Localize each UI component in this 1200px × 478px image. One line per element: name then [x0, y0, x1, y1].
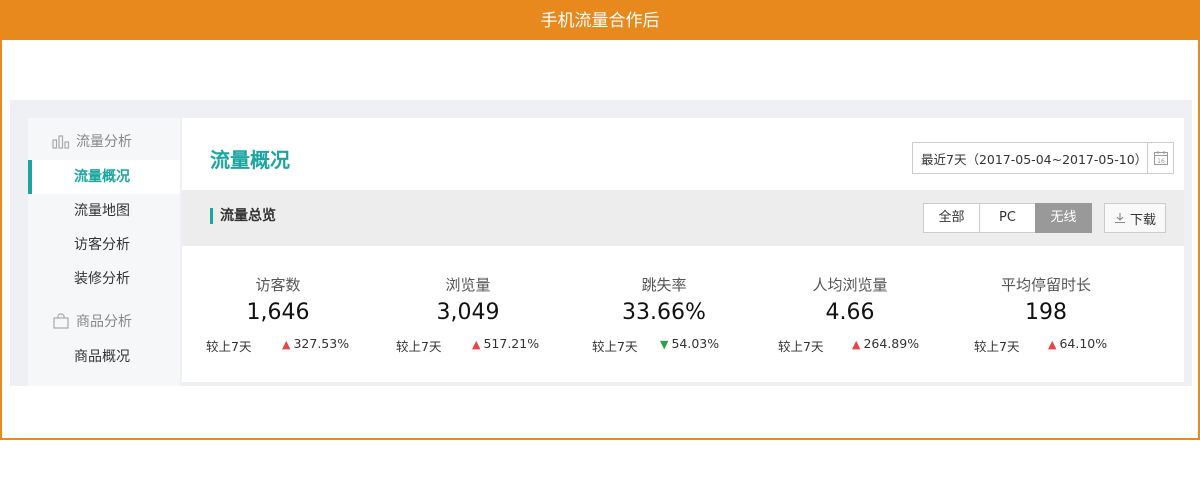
segment-pc[interactable]: PC: [979, 203, 1036, 233]
metric-avg-duration: 平均停留时长 198 较上7天 ▲ 64.10%: [956, 246, 1136, 384]
metric-change: ▲ 327.53%: [282, 336, 350, 351]
sidebar-item-traffic-overview[interactable]: 流量概况: [28, 160, 180, 194]
main-panel: 流量概况 最近7天（2017-05-04~2017-05-10） 16 流量总览…: [182, 118, 1184, 386]
metric-pages-per-visitor: 人均浏览量 4.66 较上7天 ▲ 264.89%: [760, 246, 940, 384]
metric-compare-label: 较上7天: [592, 339, 638, 354]
device-segmented-control: 全部 PC 无线: [923, 203, 1092, 233]
metric-change: ▲ 64.10%: [1048, 336, 1108, 351]
download-icon: [1114, 213, 1125, 224]
section-header: 流量总览 全部 PC 无线 下载: [182, 190, 1184, 246]
segment-all[interactable]: 全部: [923, 203, 980, 233]
banner-title: 手机流量合作后: [2, 2, 1198, 40]
metric-label: 跳失率: [641, 276, 687, 294]
bar-chart-icon: [52, 133, 70, 149]
sidebar-group-label: 商品分析: [76, 314, 132, 330]
sidebar-group-products[interactable]: 商品分析: [28, 304, 180, 338]
metric-label: 浏览量: [445, 276, 491, 294]
metric-compare-label: 较上7天: [206, 339, 252, 354]
metric-pageviews: 浏览量 3,049 较上7天 ▲ 517.21%: [378, 246, 558, 384]
metric-value: 198: [1025, 300, 1067, 325]
metric-label: 平均停留时长: [1000, 276, 1091, 294]
metric-value: 33.66%: [622, 300, 706, 325]
metric-change: ▲ 517.21%: [472, 336, 540, 351]
divider: [182, 382, 1184, 386]
sidebar: 流量分析 流量概况 流量地图 访客分析 装修分析 商品分析 商品概况: [28, 118, 180, 386]
metric-compare-label: 较上7天: [778, 339, 824, 354]
page-title: 流量概况: [210, 148, 290, 172]
sidebar-item-visitor-analysis[interactable]: 访客分析: [28, 228, 180, 262]
metric-change: ▼ 54.03%: [660, 336, 720, 351]
metric-bounce-rate: 跳失率 33.66% 较上7天 ▼ 54.03%: [574, 246, 754, 384]
shopping-bag-icon: [52, 313, 70, 329]
metric-value: 3,049: [436, 300, 500, 325]
arrow-down-icon: ▼: [660, 338, 669, 351]
section-title: 流量总览: [210, 208, 276, 224]
metric-change: ▲ 264.89%: [852, 336, 920, 351]
arrow-up-icon: ▲: [282, 338, 291, 351]
metric-value: 1,646: [246, 300, 310, 325]
date-range-picker[interactable]: 最近7天（2017-05-04~2017-05-10） 16: [912, 142, 1174, 174]
svg-text:16: 16: [1157, 158, 1165, 165]
sidebar-group-traffic[interactable]: 流量分析: [28, 124, 180, 158]
sidebar-group-label: 流量分析: [76, 134, 132, 150]
metric-compare-label: 较上7天: [396, 339, 442, 354]
metric-visitors: 访客数 1,646 较上7天 ▲ 327.53%: [188, 246, 368, 384]
sidebar-item-traffic-map[interactable]: 流量地图: [28, 194, 180, 228]
app-window: 流量分析 流量概况 流量地图 访客分析 装修分析 商品分析 商品概况 流量概况 …: [10, 100, 1192, 386]
outer-frame: 手机流量合作后 流量分析 流量概况 流量地图 访客分析 装修分析 商品分析 商品…: [0, 0, 1200, 440]
metric-compare-label: 较上7天: [974, 339, 1020, 354]
metric-label: 人均浏览量: [812, 276, 888, 294]
metrics-row: 访客数 1,646 较上7天 ▲ 327.53% 浏览量 3,049 较上7天 ▲…: [182, 246, 1184, 384]
arrow-up-icon: ▲: [1048, 338, 1057, 351]
sidebar-item-product-overview[interactable]: 商品概况: [28, 340, 180, 374]
download-button[interactable]: 下载: [1104, 203, 1166, 233]
metric-value: 4.66: [825, 300, 875, 325]
download-label: 下载: [1129, 212, 1156, 228]
metric-label: 访客数: [255, 276, 301, 294]
sidebar-item-decoration-analysis[interactable]: 装修分析: [28, 262, 180, 296]
calendar-icon[interactable]: 16: [1147, 143, 1173, 173]
arrow-up-icon: ▲: [852, 338, 861, 351]
date-range-text: 最近7天（2017-05-04~2017-05-10）: [921, 151, 1148, 167]
arrow-up-icon: ▲: [472, 338, 481, 351]
segment-wireless[interactable]: 无线: [1035, 203, 1092, 233]
